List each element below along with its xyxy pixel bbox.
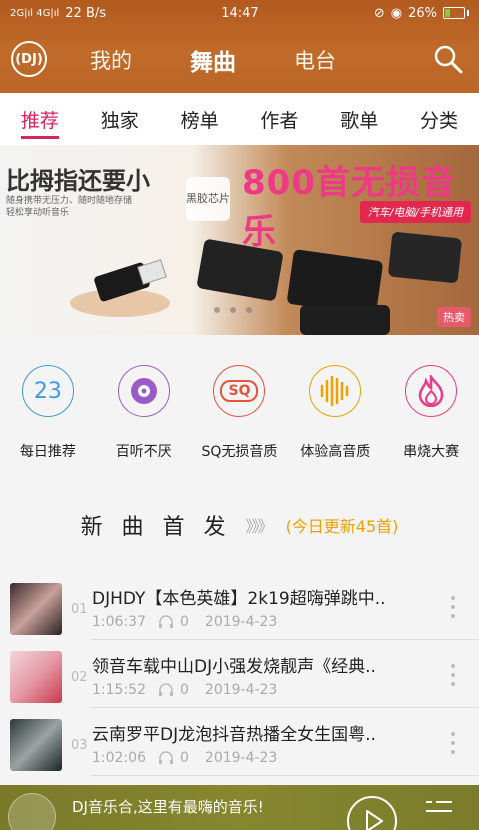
divider (92, 639, 479, 640)
song-thumbnail[interactable] (10, 651, 62, 703)
network-speed: 22 B/s (65, 5, 107, 21)
song-duration: 1:06:37 (92, 614, 146, 630)
song-meta: 1:15:52 0 2019-4-23 (92, 682, 277, 698)
banner-sub-line-2: 轻松享动听音乐 (6, 208, 70, 218)
song-date: 2019-4-23 (204, 682, 278, 698)
flame-icon[interactable] (405, 365, 458, 417)
new-songs-header[interactable]: 新 曲 首 发 》》》 (今日更新45首) (0, 505, 479, 545)
battery-percent: 26% (408, 5, 437, 21)
feature-item[interactable]: 体验高音质 (289, 360, 381, 470)
dj-logo-button[interactable]: (DJ) (11, 41, 47, 77)
nav-tab[interactable]: 舞曲 (190, 43, 236, 77)
status-bar: 2G|ıl 4G|ıl 22 B/s 14:47 ⊘ ◉ 26% (0, 0, 479, 26)
dj-logo-text: DJ (21, 51, 37, 67)
carousel-dot[interactable] (246, 307, 252, 313)
battery-icon (442, 7, 469, 19)
song-title: 云南罗平DJ龙泡抖音热播全女生国粤.. (92, 725, 376, 745)
headphones-icon (158, 751, 173, 764)
song-row[interactable]: 03 云南罗平DJ龙泡抖音热播全女生国粤.. 1:02:06 0 2019-4-… (0, 710, 479, 776)
sub-tabs: 推荐 独家 榜单 作者 歌单 分类 (0, 93, 479, 145)
song-duration: 1:15:52 (92, 682, 146, 698)
main-nav: (DJ) 我的 舞曲 电台 (0, 26, 479, 93)
sq-icon[interactable]: SQ (213, 365, 266, 417)
headphones-icon (158, 683, 173, 696)
nav-tabs: 我的 舞曲 电台 (90, 26, 336, 93)
disc-icon[interactable] (117, 365, 170, 417)
top-header: 2G|ıl 4G|ıl 22 B/s 14:47 ⊘ ◉ 26% (DJ) 我的… (0, 0, 479, 93)
song-plays: 0 (179, 750, 189, 766)
lock-rotation-icon: ◉ (390, 5, 403, 21)
song-title: 领音车载中山DJ小强发烧靓声《经典.. (92, 657, 376, 677)
nav-tab[interactable]: 我的 (90, 45, 132, 75)
song-title: DJHDY【本色英雄】2k19超嗨弹跳中.. (92, 589, 386, 609)
feature-label: 串烧大赛 (403, 444, 460, 460)
banner-sub-line-1: 随身携带无压力、随时随地存储 (6, 196, 133, 206)
song-meta: 1:06:37 0 2019-4-23 (92, 614, 277, 630)
feature-item[interactable]: 23 每日推荐 (2, 360, 94, 470)
song-plays: 0 (179, 614, 189, 630)
chevrons-icon: 》》》 (245, 517, 274, 536)
sub-tab[interactable]: 推荐 (20, 93, 59, 145)
player-avatar[interactable] (8, 793, 56, 830)
sub-tab[interactable]: 作者 (260, 93, 298, 145)
song-thumbnail[interactable] (10, 583, 62, 635)
song-duration: 1:02:06 (92, 750, 146, 766)
banner-tag: 汽车/电脑/手机通用 (359, 201, 471, 223)
promo-banner[interactable]: 比拇指还要小 随身携带无压力、随时随地存储 轻松享动听音乐 黑胶芯片 800首无… (0, 145, 479, 335)
song-date: 2019-4-23 (204, 750, 278, 766)
feature-label: 每日推荐 (19, 444, 76, 460)
song-plays: 0 (179, 682, 189, 698)
update-count: (今日更新45首) (285, 517, 399, 536)
carousel-dot[interactable] (230, 307, 236, 313)
feature-label: 体验高音质 (300, 444, 371, 460)
feature-label: 百听不厌 (115, 444, 172, 460)
player-text: DJ音乐合,这里有最嗨的音乐! (72, 798, 264, 816)
usb-drive-image (70, 259, 170, 317)
sub-tab[interactable]: 榜单 (181, 93, 219, 145)
sq-icon-text: SQ (220, 380, 259, 402)
divider (92, 707, 479, 708)
play-button[interactable] (346, 795, 398, 830)
signal-icon: 2G|ıl 4G|ıl (10, 7, 60, 19)
more-options-icon[interactable] (451, 664, 457, 686)
clock: 14:47 (221, 5, 259, 21)
playlist-icon[interactable] (424, 799, 454, 819)
song-thumbnail[interactable] (10, 719, 62, 771)
headphones-icon (158, 615, 173, 628)
sub-tab[interactable]: 歌单 (340, 93, 378, 145)
divider (92, 775, 479, 776)
carousel-dot[interactable] (214, 307, 220, 313)
song-row[interactable]: 02 领音车载中山DJ小强发烧靓声《经典.. 1:15:52 0 2019-4-… (0, 642, 479, 708)
song-number: 02 (71, 670, 88, 685)
calendar-icon[interactable]: 23 (21, 365, 74, 417)
more-options-icon[interactable] (451, 596, 457, 618)
song-row[interactable]: 01 DJHDY【本色英雄】2k19超嗨弹跳中.. 1:06:37 0 2019… (0, 574, 479, 640)
search-icon[interactable] (433, 44, 463, 74)
banner-left-title: 比拇指还要小 (6, 167, 150, 195)
sub-tab[interactable]: 独家 (101, 93, 139, 145)
feature-item[interactable]: SQ SQ无损音质 (193, 360, 285, 470)
banner-badge: 黑胶芯片 (186, 177, 230, 221)
feature-shortcuts: 23 每日推荐 百听不厌 SQ SQ无损音质 体验高音质 串烧大赛 (0, 360, 479, 470)
calendar-icon-text: 23 (33, 378, 62, 404)
alarm-off-icon: ⊘ (373, 5, 385, 21)
feature-label: SQ无损音质 (201, 444, 278, 460)
feature-item[interactable]: 百听不厌 (98, 360, 190, 470)
waveform-icon[interactable] (309, 365, 362, 417)
sub-tab[interactable]: 分类 (420, 93, 458, 145)
song-number: 01 (71, 602, 88, 617)
mini-player[interactable]: DJ音乐合,这里有最嗨的音乐! (0, 785, 479, 830)
feature-item[interactable]: 串烧大赛 (385, 360, 477, 470)
song-meta: 1:02:06 0 2019-4-23 (92, 750, 277, 766)
song-number: 03 (71, 738, 88, 753)
carousel-dots[interactable] (214, 307, 252, 313)
banner-hot-label: 热卖 (437, 307, 471, 327)
more-options-icon[interactable] (451, 732, 457, 754)
song-date: 2019-4-23 (204, 614, 278, 630)
new-songs-title: 新 曲 首 发 (80, 515, 232, 540)
banner-left-subtitle: 随身携带无压力、随时随地存储 轻松享动听音乐 (6, 195, 132, 219)
nav-tab[interactable]: 电台 (294, 45, 336, 75)
